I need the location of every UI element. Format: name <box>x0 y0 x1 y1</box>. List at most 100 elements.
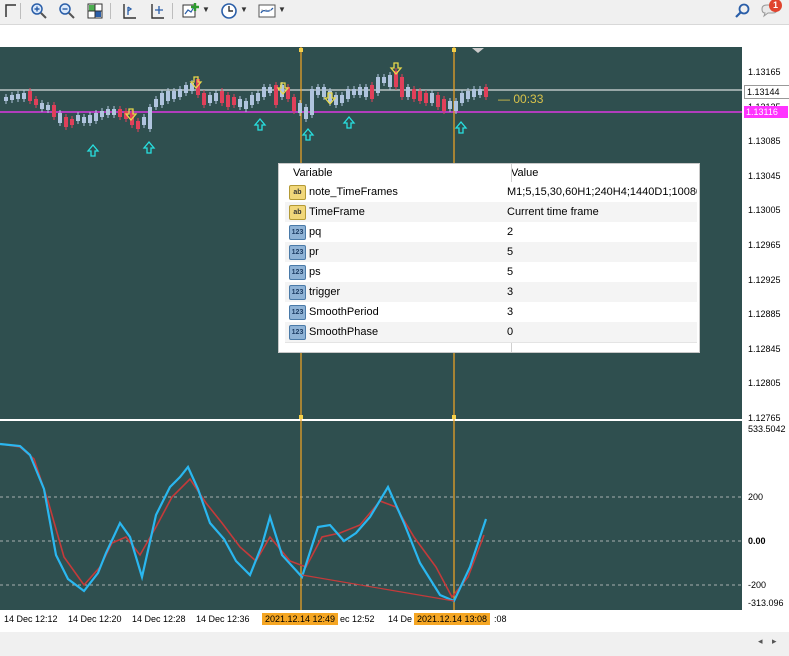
candle <box>340 95 344 103</box>
candle <box>4 97 8 101</box>
input-row[interactable]: ab TimeFrame Current time frame <box>285 202 697 223</box>
zoom-out-icon[interactable] <box>56 1 78 21</box>
candle <box>166 91 170 101</box>
candle <box>448 101 452 109</box>
indicator-signal-line <box>0 443 485 599</box>
column-header-value: Value <box>511 167 539 179</box>
candle <box>370 85 374 99</box>
indicator-axis-label: 200 <box>748 492 764 502</box>
candle <box>418 91 422 101</box>
templates-icon[interactable] <box>256 1 278 21</box>
candle <box>220 91 224 103</box>
signal-up-arrow-icon <box>301 127 315 141</box>
input-value[interactable]: Current time frame <box>507 202 697 222</box>
time-label: 14 Dec 12:28 <box>132 614 186 624</box>
bar-countdown: — 00:33 <box>498 92 544 106</box>
input-row[interactable]: 123 pr 5 <box>285 242 697 263</box>
chart-tab-strip <box>0 25 789 47</box>
line-handle <box>452 48 456 52</box>
input-variable-name: TimeFrame <box>309 206 365 218</box>
candle <box>472 89 476 97</box>
candle <box>118 109 122 117</box>
candle <box>58 113 62 123</box>
input-value[interactable]: 3 <box>507 302 697 322</box>
candle <box>184 85 188 93</box>
input-row[interactable]: 123 trigger 3 <box>285 282 697 303</box>
input-variable-name: SmoothPhase <box>309 326 379 338</box>
candle <box>304 107 308 119</box>
candle <box>28 91 32 101</box>
line-handle <box>452 415 456 419</box>
input-row[interactable]: ab note_TimeFrames M1;5,15,30,60H1;240H4;1… <box>285 182 697 203</box>
time-label: ec 12:52 <box>340 614 375 624</box>
crosshair-icon[interactable] <box>146 1 168 21</box>
signal-up-arrow-icon <box>454 120 468 134</box>
price-label: 1.13085 <box>748 136 781 147</box>
price-axis <box>742 47 789 610</box>
number-type-icon: 123 <box>289 325 306 340</box>
crosshair-time-label: 2021.12.14 13:08 <box>414 613 491 625</box>
signal-up-arrow-icon <box>142 140 156 154</box>
candle <box>316 87 320 95</box>
search-icon[interactable] <box>732 1 754 21</box>
scroll-right-icon[interactable]: ▸ <box>772 636 777 647</box>
input-value[interactable]: 0 <box>507 322 697 342</box>
countdown-value: 00:33 <box>513 92 544 106</box>
input-value[interactable]: M1;5,15,30,60H1;240H4;1440D1;10080 <box>507 182 697 202</box>
candle <box>250 95 254 105</box>
candle <box>46 105 50 110</box>
input-row[interactable]: 123 pq 2 <box>285 222 697 243</box>
crosshair-time-label: 2021.12.14 12:49 <box>262 613 339 625</box>
candle <box>460 93 464 103</box>
time-label: 14 Dec 12:12 <box>4 614 58 624</box>
input-value[interactable]: 5 <box>507 242 697 262</box>
candle <box>178 89 182 97</box>
input-row[interactable]: 123 SmoothPeriod 3 <box>285 302 697 323</box>
price-label: 1.12965 <box>748 240 781 250</box>
candle <box>142 117 146 125</box>
price-label: 1.12805 <box>748 378 781 389</box>
input-value[interactable]: 5 <box>507 262 697 282</box>
input-row[interactable]: 123 SmoothPhase 0 <box>285 322 697 343</box>
subwindow-separator <box>0 419 742 421</box>
candle <box>310 89 314 115</box>
candle <box>352 89 356 95</box>
period-separators-icon[interactable] <box>118 1 140 21</box>
string-type-icon: ab <box>289 185 306 200</box>
zoom-in-icon[interactable] <box>28 1 50 21</box>
candle <box>358 87 362 95</box>
candle <box>430 93 434 103</box>
candle <box>202 93 206 105</box>
chevron-down-icon[interactable]: ▼ <box>278 4 286 16</box>
indicators-icon[interactable] <box>180 1 202 21</box>
input-variable-name: SmoothPeriod <box>309 306 379 318</box>
candle <box>406 87 410 97</box>
candle <box>64 117 68 127</box>
candle <box>466 91 470 99</box>
candle <box>208 95 212 103</box>
candle <box>256 93 260 101</box>
input-value[interactable]: 3 <box>507 282 697 302</box>
signal-up-arrow-icon <box>253 117 267 131</box>
chevron-down-icon[interactable]: ▼ <box>202 4 210 16</box>
price-label: 1.12765 <box>748 413 781 423</box>
number-type-icon: 123 <box>289 285 306 300</box>
indicator-axis-label: 0.00 <box>748 536 766 546</box>
clock-icon[interactable] <box>218 1 240 21</box>
arrow-line-icon[interactable] <box>0 1 22 21</box>
chat-notification-icon[interactable]: 1 <box>760 0 782 21</box>
candle <box>148 107 152 129</box>
chevron-down-icon[interactable]: ▼ <box>240 4 248 16</box>
tile-windows-icon[interactable] <box>84 1 106 21</box>
scroll-left-icon[interactable]: ◂ <box>758 636 763 647</box>
candle <box>412 89 416 99</box>
input-value[interactable]: 2 <box>507 222 697 242</box>
input-row[interactable]: 123 ps 5 <box>285 262 697 283</box>
toolbar-separator <box>20 3 21 19</box>
candle <box>262 87 266 97</box>
indicator-inputs-panel: Variable Value ab note_TimeFrames M1;5,15,… <box>278 163 700 353</box>
price-label: 1.13005 <box>748 205 781 216</box>
line-handle <box>299 415 303 419</box>
time-label: 14 De <box>388 614 413 624</box>
candle <box>70 119 74 125</box>
